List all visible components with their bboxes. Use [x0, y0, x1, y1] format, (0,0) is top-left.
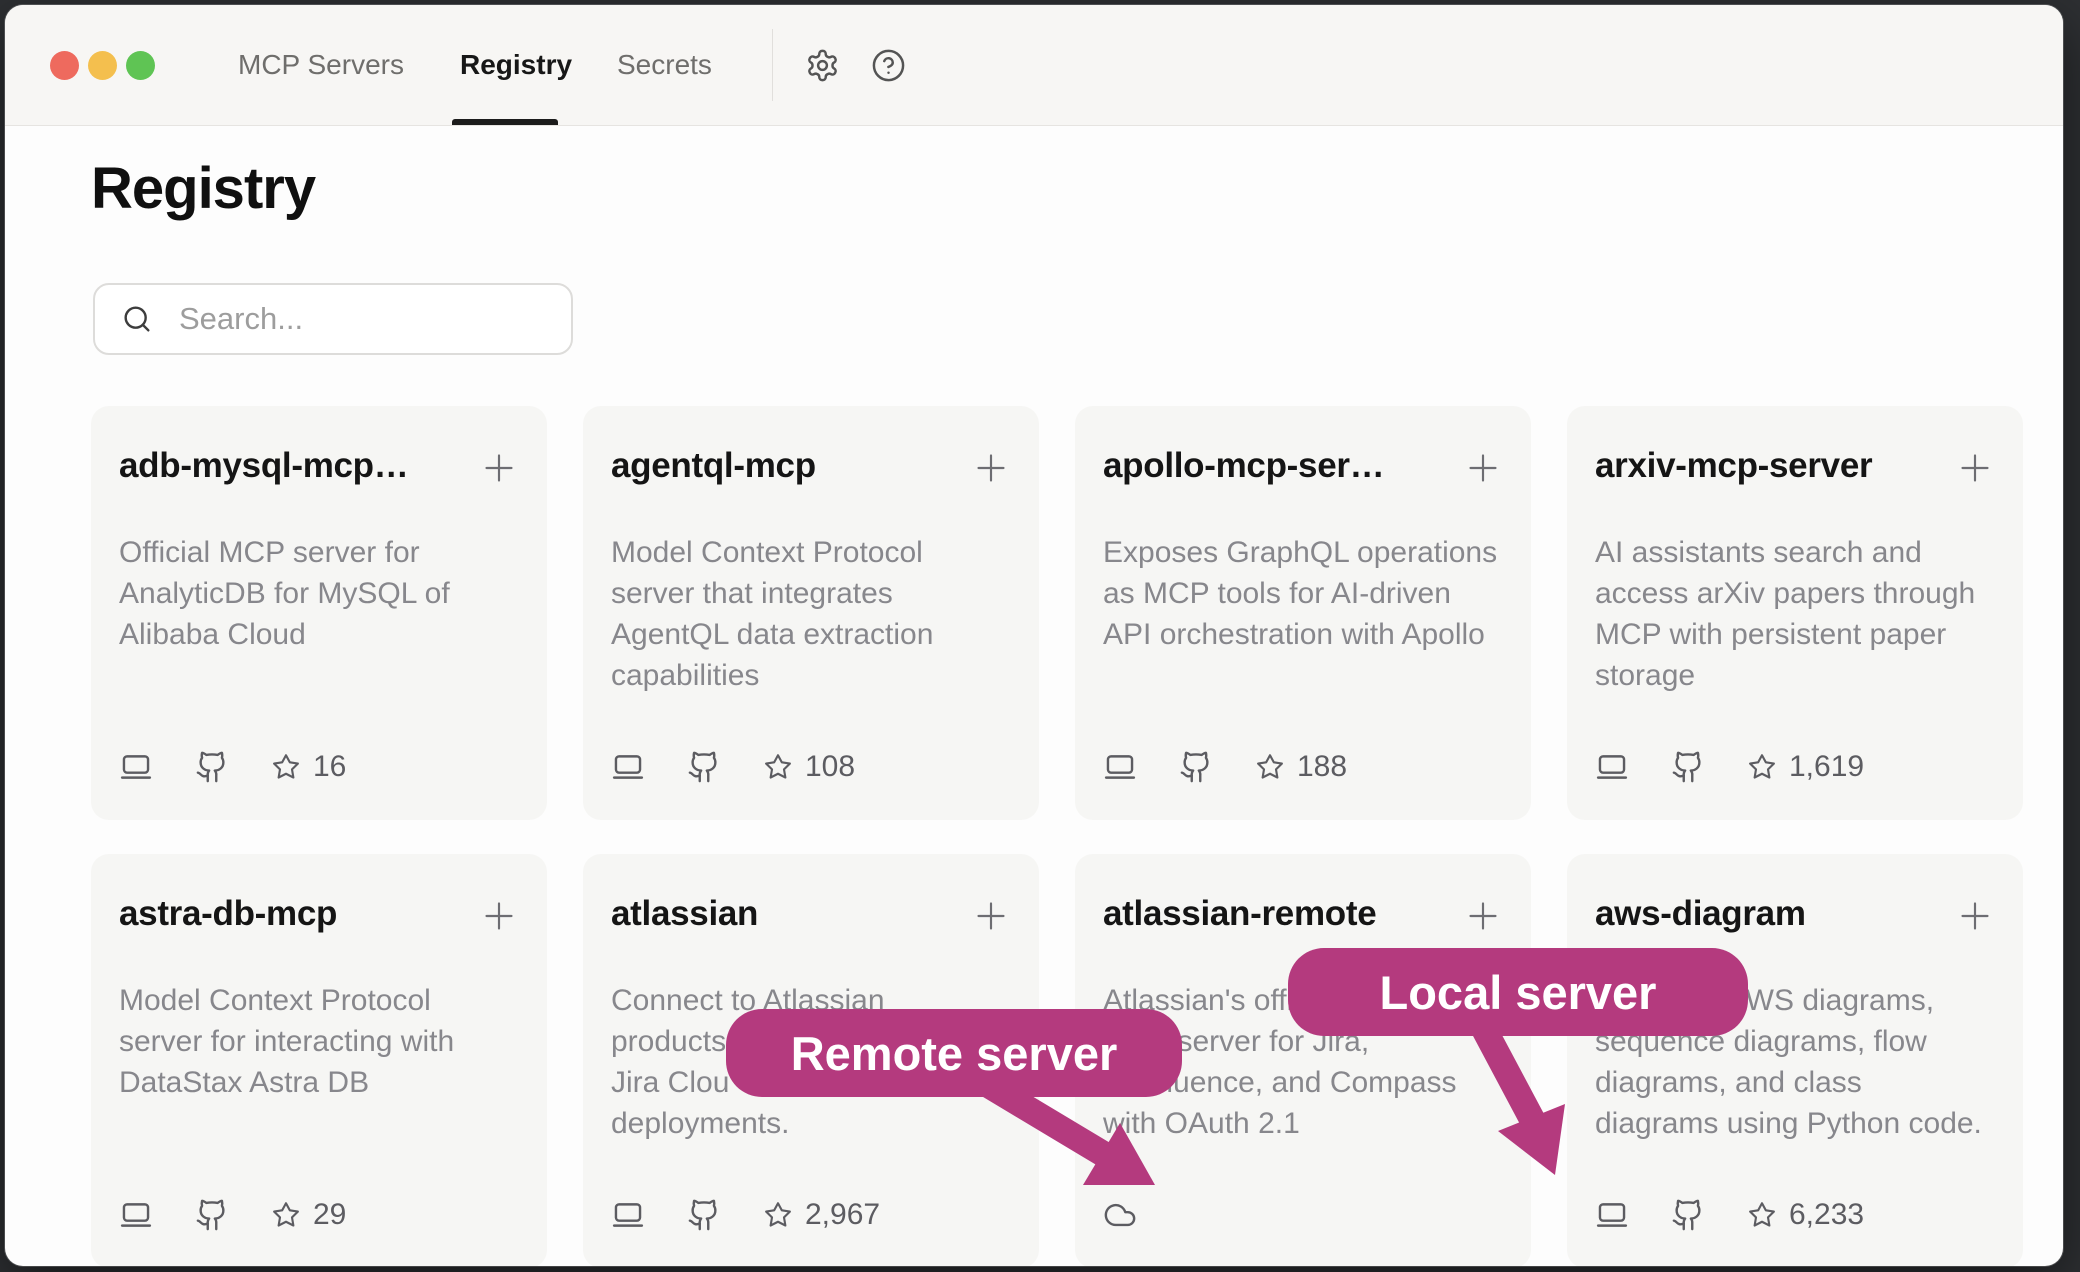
- card-title: aws-diagram: [1595, 894, 1947, 934]
- search-input[interactable]: [177, 300, 551, 338]
- star-count: 2,967: [805, 1198, 880, 1232]
- card-description: AI assistants search and access arXiv pa…: [1595, 532, 1995, 696]
- active-tab-indicator: [452, 119, 558, 125]
- star-count: 1,619: [1789, 750, 1864, 784]
- star-count: 16: [313, 750, 346, 784]
- local-server-badge: Local server: [1288, 948, 1748, 1036]
- card-title: astra-db-mcp: [119, 894, 471, 934]
- card-description: Exposes GraphQL operations as MCP tools …: [1103, 532, 1503, 655]
- server-card[interactable]: astra-db-mcp Model Context Protocol serv…: [91, 854, 547, 1266]
- tab-mcp-servers[interactable]: MCP Servers: [238, 5, 404, 125]
- help-circle-icon[interactable]: [871, 48, 906, 83]
- card-title: arxiv-mcp-server: [1595, 446, 1947, 486]
- laptop-icon: [119, 1198, 153, 1232]
- plus-icon: [479, 896, 519, 936]
- plus-icon: [1463, 896, 1503, 936]
- github-icon: [1671, 1198, 1705, 1232]
- server-card[interactable]: apollo-mcp-ser… Exposes GraphQL operatio…: [1075, 406, 1531, 820]
- add-server-button[interactable]: [479, 896, 519, 936]
- add-server-button[interactable]: [1463, 448, 1503, 488]
- github-icon: [687, 1198, 721, 1232]
- star-count: 188: [1297, 750, 1347, 784]
- add-server-button[interactable]: [1955, 896, 1995, 936]
- plus-icon: [1955, 448, 1995, 488]
- card-footer: [1103, 1198, 1503, 1232]
- close-window-button[interactable]: [50, 51, 79, 80]
- titlebar-divider: [772, 29, 773, 101]
- tab-registry[interactable]: Registry: [460, 5, 572, 125]
- star-icon: [763, 752, 793, 782]
- card-footer: 1,619: [1595, 750, 1995, 784]
- star-count: 6,233: [1789, 1198, 1864, 1232]
- titlebar: MCP Servers Registry Secrets: [5, 5, 2063, 126]
- app-window: MCP Servers Registry Secrets Registry: [5, 5, 2063, 1266]
- card-title: atlassian: [611, 894, 963, 934]
- card-footer: 2,967: [611, 1198, 1011, 1232]
- plus-icon: [1463, 448, 1503, 488]
- plus-icon: [1955, 896, 1995, 936]
- github-icon: [1671, 750, 1705, 784]
- add-server-button[interactable]: [479, 448, 519, 488]
- card-footer: 188: [1103, 750, 1503, 784]
- star-icon: [1747, 752, 1777, 782]
- add-server-button[interactable]: [971, 448, 1011, 488]
- server-card[interactable]: adb-mysql-mcp… Official MCP server for A…: [91, 406, 547, 820]
- card-title: apollo-mcp-ser…: [1103, 446, 1455, 486]
- laptop-icon: [119, 750, 153, 784]
- tab-secrets[interactable]: Secrets: [617, 5, 712, 125]
- minimize-window-button[interactable]: [88, 51, 117, 80]
- github-icon: [687, 750, 721, 784]
- laptop-icon: [1595, 750, 1629, 784]
- cloud-icon: [1103, 1198, 1137, 1232]
- card-title: adb-mysql-mcp…: [119, 446, 471, 486]
- card-title: atlassian-remote: [1103, 894, 1455, 934]
- search-icon: [121, 303, 153, 335]
- card-footer: 6,233: [1595, 1198, 1995, 1232]
- star-icon: [271, 752, 301, 782]
- card-title: agentql-mcp: [611, 446, 963, 486]
- maximize-window-button[interactable]: [126, 51, 155, 80]
- github-icon: [1179, 750, 1213, 784]
- remote-server-badge: Remote server: [726, 1009, 1182, 1097]
- laptop-icon: [1595, 1198, 1629, 1232]
- card-footer: 29: [119, 1198, 519, 1232]
- screenshot-root: { "header": { "window_controls": ["close…: [0, 0, 2080, 1272]
- card-description: Model Context Protocol server that integ…: [611, 532, 1011, 696]
- card-footer: 16: [119, 750, 519, 784]
- page-title: Registry: [91, 155, 315, 222]
- laptop-icon: [1103, 750, 1137, 784]
- github-icon: [195, 1198, 229, 1232]
- star-count: 108: [805, 750, 855, 784]
- server-card[interactable]: agentql-mcp Model Context Protocol serve…: [583, 406, 1039, 820]
- card-footer: 108: [611, 750, 1011, 784]
- plus-icon: [971, 896, 1011, 936]
- add-server-button[interactable]: [1463, 896, 1503, 936]
- add-server-button[interactable]: [1955, 448, 1995, 488]
- settings-gear-icon[interactable]: [805, 48, 840, 83]
- card-description: Model Context Protocol server for intera…: [119, 980, 519, 1103]
- server-card[interactable]: arxiv-mcp-server AI assistants search an…: [1567, 406, 2023, 820]
- add-server-button[interactable]: [971, 896, 1011, 936]
- laptop-icon: [611, 1198, 645, 1232]
- plus-icon: [971, 448, 1011, 488]
- plus-icon: [479, 448, 519, 488]
- card-description: Official MCP server for AnalyticDB for M…: [119, 532, 519, 655]
- search-box: [93, 283, 573, 355]
- star-icon: [1255, 752, 1285, 782]
- star-count: 29: [313, 1198, 346, 1232]
- server-card[interactable]: aws-diagram Generate AWS diagrams, seque…: [1567, 854, 2023, 1266]
- star-icon: [1747, 1200, 1777, 1230]
- star-icon: [271, 1200, 301, 1230]
- star-icon: [763, 1200, 793, 1230]
- laptop-icon: [611, 750, 645, 784]
- github-icon: [195, 750, 229, 784]
